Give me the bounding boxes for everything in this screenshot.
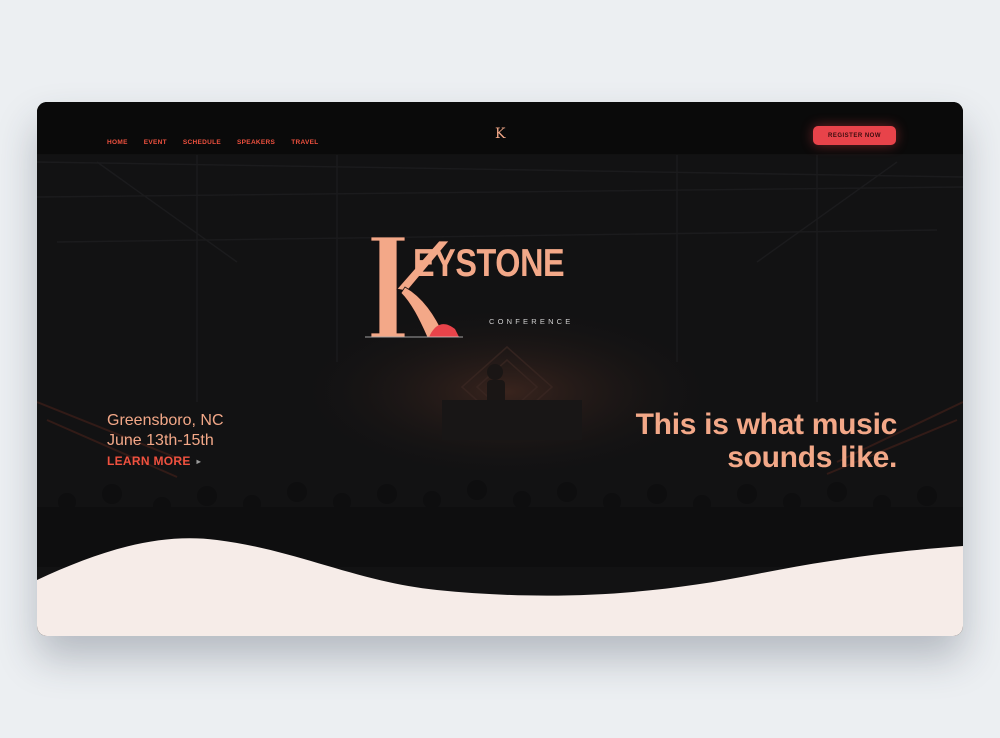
event-dates: June 13th-15th (107, 432, 214, 449)
tagline-line-1: This is what music (635, 408, 898, 441)
event-info: Greensboro, NC June 13th-15th LEARN MORE… (107, 411, 224, 470)
learn-more-link[interactable]: LEARN MORE ▸ (107, 454, 201, 468)
brand-subtitle: CONFERENCE (489, 317, 574, 326)
nav-home-link[interactable]: HOME (107, 139, 128, 146)
chevron-right-icon: ▸ (196, 456, 201, 466)
nav-speakers-link[interactable]: SPEAKERS (237, 139, 275, 146)
nav-logo[interactable]: K (495, 126, 505, 142)
top-navbar: HOME EVENT SCHEDULE SPEAKERS TRAVEL K RE… (37, 102, 963, 155)
nav-event-link[interactable]: EVENT (144, 139, 167, 146)
register-now-button[interactable]: REGISTER NOW (813, 126, 896, 145)
browser-frame: HOME EVENT SCHEDULE SPEAKERS TRAVEL K RE… (37, 102, 963, 636)
hero-tagline: This is what music sounds like. (635, 408, 898, 474)
brand-wordmark: EYSTONE (413, 242, 565, 285)
nav-menu: HOME EVENT SCHEDULE SPEAKERS TRAVEL (107, 131, 335, 149)
section-wave-divider (37, 538, 963, 636)
tagline-line-2: sounds like. (727, 441, 897, 474)
event-location: Greensboro, NC (107, 412, 224, 429)
nav-schedule-link[interactable]: SCHEDULE (183, 139, 221, 146)
nav-travel-link[interactable]: TRAVEL (291, 139, 318, 146)
learn-more-label: LEARN MORE (107, 454, 191, 468)
keystone-logo: EYSTONE CONFERENCE (365, 237, 645, 342)
